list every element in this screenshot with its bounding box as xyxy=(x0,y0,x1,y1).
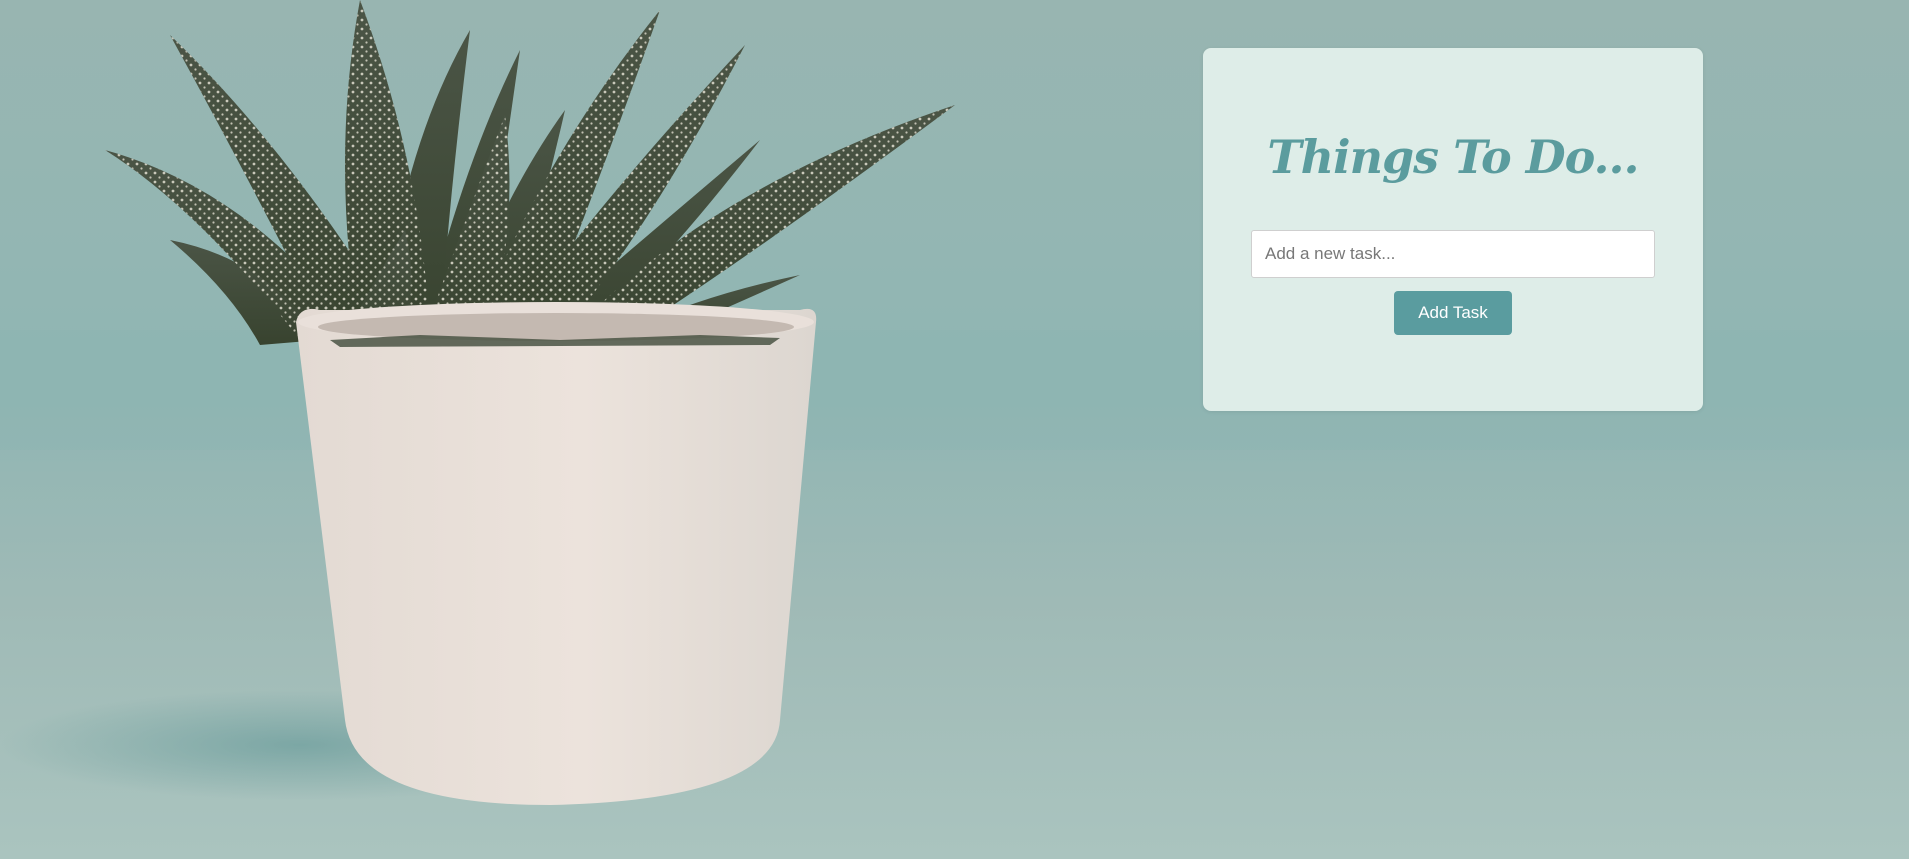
succulent-leaves xyxy=(105,0,955,345)
page-title: Things To Do... xyxy=(1267,130,1639,184)
flower-pot xyxy=(296,302,817,805)
new-task-input[interactable] xyxy=(1251,230,1655,278)
todo-card: Things To Do... Add Task xyxy=(1203,48,1703,411)
add-task-button[interactable]: Add Task xyxy=(1394,291,1512,335)
